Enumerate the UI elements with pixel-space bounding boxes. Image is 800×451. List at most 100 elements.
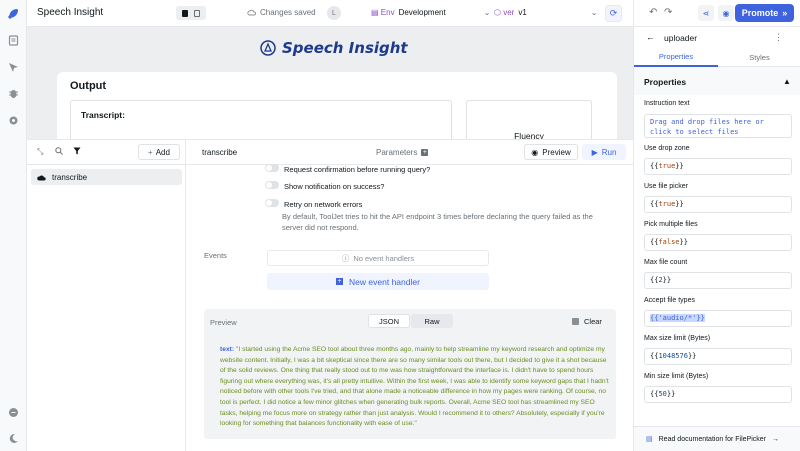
tab-properties[interactable]: Properties [634, 47, 718, 67]
ver-value: v1 [518, 8, 526, 17]
save-status: Changes saved [247, 8, 316, 17]
retry-toggle[interactable] [265, 199, 279, 207]
plus-icon: + [148, 148, 153, 157]
section-title: Properties [644, 77, 686, 87]
logo-icon [260, 40, 276, 56]
preview-output: text: "I started using the Acme SEO tool… [220, 345, 612, 430]
accept-file-types-label: Accept file types [644, 297, 695, 304]
settings-icon[interactable] [6, 113, 20, 127]
documentation-footer: ▤ Read documentation for FilePicker → [634, 426, 800, 451]
redo-icon[interactable]: ↷ [664, 7, 672, 18]
instruction-text-input[interactable]: Drag and drop files here or click to sel… [644, 114, 792, 138]
preview-pane: Preview JSON Raw Clear text: "I started … [204, 309, 616, 439]
tab-styles[interactable]: Styles [718, 47, 800, 67]
no-event-handlers: ⓘ No event handlers [267, 250, 489, 266]
chevron-down-icon: ⌄ [591, 8, 598, 17]
use-file-picker-input[interactable]: {{true}} [644, 196, 792, 213]
play-icon: ▶ [592, 148, 598, 157]
min-size-limit-input[interactable]: {{50}} [644, 386, 792, 403]
fluency-label: Fluency [467, 131, 591, 139]
save-status-text: Changes saved [260, 8, 316, 17]
version-select[interactable]: ⬡ ver v1 ⌄ [494, 8, 598, 17]
properties-section-header[interactable]: Properties ▲ [634, 67, 800, 95]
arrow-right-icon: → [772, 436, 779, 443]
back-arrow-icon[interactable]: ← [646, 32, 655, 42]
comments-icon[interactable] [6, 60, 20, 74]
use-file-picker-label: Use file picker [644, 183, 688, 190]
notify-success-toggle[interactable] [265, 181, 279, 189]
confirm-option-label: Request confirmation before running quer… [284, 165, 430, 174]
preview-key: text: [220, 346, 234, 353]
preview-value: "I started using the Acme SEO tool about… [220, 346, 609, 427]
new-event-handler-button[interactable]: + New event handler [267, 273, 489, 290]
env-tag: ▤ Env [371, 8, 395, 17]
retry-option-label: Retry on network errors [284, 200, 362, 209]
ver-tag: ⬡ ver [494, 8, 514, 17]
chat-icon[interactable] [6, 405, 20, 419]
fluency-box: Fluency [466, 100, 592, 139]
documentation-link[interactable]: ▤ Read documentation for FilePicker → [646, 435, 779, 443]
theme-toggle-icon[interactable] [6, 431, 20, 445]
max-file-count-input[interactable]: {{2}} [644, 272, 792, 289]
share-icon[interactable]: ⋖ [698, 5, 714, 21]
refresh-icon[interactable]: ⟳ [605, 5, 622, 22]
brand-title: Speech Insight [282, 39, 408, 57]
inspector-header: ← uploader ⋮ [634, 27, 800, 47]
max-size-limit-input[interactable]: {{1048576}} [644, 348, 792, 365]
max-file-count-label: Max file count [644, 259, 687, 266]
preview-app-icon[interactable]: ◉ [718, 5, 734, 21]
filter-icon[interactable] [73, 147, 81, 157]
debugger-icon[interactable] [6, 86, 20, 100]
promote-button[interactable]: Promote » [735, 4, 794, 22]
query-sidebar-toolbar: ⤡ + Add [27, 140, 186, 165]
more-options-icon[interactable]: ⋮ [774, 32, 783, 43]
max-size-limit-label: Max size limit (Bytes) [644, 335, 710, 342]
add-query-label: Add [156, 148, 170, 157]
output-title: Output [70, 80, 106, 92]
use-drop-zone-input[interactable]: {{true}} [644, 158, 792, 175]
eye-icon: ◉ [531, 148, 538, 157]
preview-title: Preview [210, 318, 237, 327]
clear-button[interactable]: Clear [572, 317, 602, 326]
query-panel: ⤡ + Add transcribe transcribe Parameters… [27, 139, 633, 451]
undo-icon[interactable]: ↶ [649, 7, 657, 18]
confirm-toggle[interactable] [265, 164, 279, 172]
clear-icon [572, 318, 579, 325]
notify-option-label: Show notification on success? [284, 182, 384, 191]
environment-select[interactable]: ▤ Env Development ⌄ [371, 8, 490, 17]
tab-json[interactable]: JSON [368, 314, 410, 328]
transcript-label: Transcript: [81, 110, 125, 120]
search-icon[interactable] [55, 147, 63, 157]
info-icon: ⓘ [342, 253, 350, 264]
min-size-limit-label: Min size limit (Bytes) [644, 373, 708, 380]
retry-description: By default, ToolJet tries to hit the API… [282, 211, 612, 233]
tab-raw[interactable]: Raw [411, 314, 453, 328]
component-name[interactable]: uploader [664, 33, 697, 43]
book-icon: ▤ [646, 435, 653, 443]
avatar[interactable]: L [327, 6, 341, 20]
app-name[interactable]: Speech Insight [37, 7, 103, 18]
use-drop-zone-label: Use drop zone [644, 145, 690, 152]
collapse-icon[interactable]: ⤡ [37, 147, 43, 157]
query-sidebar: ⤡ + Add transcribe [27, 140, 186, 451]
brand-header: Speech Insight [260, 39, 408, 57]
add-query-button[interactable]: + Add [138, 144, 180, 160]
add-parameter-icon[interactable]: + [421, 149, 428, 156]
cloud-icon [247, 9, 256, 16]
device-toggle[interactable] [176, 6, 206, 20]
accept-file-types-input[interactable]: {{'audio/*'}} [644, 310, 792, 327]
plus-icon: + [336, 278, 343, 285]
desktop-icon[interactable] [182, 10, 188, 17]
query-list-item[interactable]: transcribe [31, 169, 182, 185]
mobile-icon[interactable] [194, 10, 200, 17]
parameters-label[interactable]: Parameters + [376, 148, 428, 157]
preview-button[interactable]: ◉ Preview [524, 144, 578, 160]
pages-icon[interactable] [6, 33, 20, 47]
inspector-topbar: ↶ ↷ ⋖ ◉ Promote » [634, 0, 800, 27]
pick-multiple-files-input[interactable]: {{false}} [644, 234, 792, 251]
rocket-icon[interactable] [6, 7, 20, 21]
query-name[interactable]: transcribe [202, 148, 237, 157]
run-button[interactable]: ▶ Run [582, 144, 626, 160]
left-rail [0, 0, 27, 451]
transcript-box: Transcript: [70, 100, 452, 139]
